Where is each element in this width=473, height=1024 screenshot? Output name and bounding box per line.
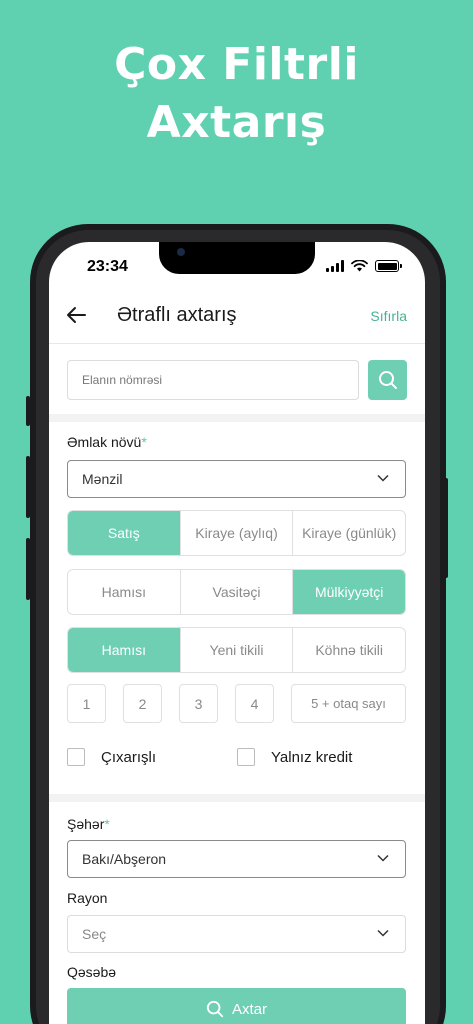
room-count-2[interactable]: 2: [123, 684, 162, 723]
wifi-icon: [351, 260, 368, 272]
phone-volume-up: [26, 456, 30, 518]
deal-type-rent-monthly[interactable]: Kiraye (aylıq): [179, 511, 293, 555]
credit-checkbox-label: Yalnız kredit: [271, 748, 353, 766]
page-title: Ətraflı axtarış: [117, 304, 237, 326]
city-value: Bakı/Abşeron: [82, 851, 167, 867]
battery-icon: [375, 260, 402, 272]
credit-checkbox[interactable]: [237, 748, 255, 766]
settlement-label: Qəsəbə: [67, 964, 117, 980]
status-time: 23:34: [87, 258, 128, 275]
promo-headline: Çox Filtrli Axtarış: [0, 36, 473, 152]
search-submit-button[interactable]: Axtar: [67, 988, 406, 1024]
extract-checkbox-row[interactable]: Çıxarışlı: [67, 748, 156, 766]
search-button[interactable]: [368, 360, 407, 400]
building-type-new[interactable]: Yeni tikili: [179, 628, 293, 672]
district-label: Rayon: [67, 890, 108, 906]
phone-notch: [159, 242, 315, 274]
property-type-label: Əmlak növü*: [67, 434, 147, 450]
search-icon: [206, 1000, 224, 1018]
search-submit-label: Axtar: [231, 1000, 267, 1018]
status-icons: [326, 260, 402, 272]
district-value: Seç: [82, 926, 107, 942]
deal-type-sale[interactable]: Satış: [68, 511, 180, 555]
room-count-4[interactable]: 4: [235, 684, 274, 723]
search-icon: [378, 371, 397, 389]
camera-icon: [177, 248, 185, 256]
seller-type-agent[interactable]: Vasitəçi: [179, 570, 293, 614]
seller-type-owner[interactable]: Mülkiyyətçi: [292, 570, 405, 614]
seller-type-segment: Hamısı Vasitəçi Mülkiyyətçi: [67, 569, 406, 615]
room-count-5-plus[interactable]: 5 + otaq sayı: [291, 684, 406, 723]
room-count-3[interactable]: 3: [179, 684, 218, 723]
chevron-down-icon: [377, 854, 389, 862]
property-type-value: Mənzil: [82, 471, 123, 487]
reset-button[interactable]: Sıfırla: [370, 308, 407, 324]
promo-headline-line1: Çox Filtrli: [114, 39, 359, 90]
chevron-down-icon: [377, 929, 389, 937]
section-divider: [49, 414, 425, 422]
phone-power-button: [444, 478, 448, 578]
room-count-1[interactable]: 1: [67, 684, 106, 723]
top-bar: Ətraflı axtarış Sıfırla: [49, 288, 425, 344]
property-type-select[interactable]: Mənzil: [67, 460, 406, 498]
phone-volume-down: [26, 538, 30, 600]
extract-checkbox-label: Çıxarışlı: [101, 748, 157, 766]
phone-mute-switch: [26, 396, 30, 426]
section-divider: [49, 794, 425, 802]
district-select[interactable]: Seç: [67, 915, 406, 953]
chevron-down-icon: [377, 474, 389, 482]
signal-icon: [326, 260, 344, 272]
extract-checkbox[interactable]: [67, 748, 85, 766]
deal-type-segment: Satış Kiraye (aylıq) Kiraye (günlük): [67, 510, 406, 556]
building-type-segment: Hamısı Yeni tikili Köhnə tikili: [67, 627, 406, 673]
back-arrow-icon[interactable]: [65, 304, 87, 326]
building-type-all[interactable]: Hamısı: [68, 628, 180, 672]
promo-headline-line2: Axtarış: [146, 97, 327, 148]
city-label: Şəhər*: [67, 816, 110, 832]
building-type-old[interactable]: Köhnə tikili: [292, 628, 405, 672]
city-select[interactable]: Bakı/Abşeron: [67, 840, 406, 878]
listing-search-row: [67, 360, 407, 400]
credit-checkbox-row[interactable]: Yalnız kredit: [237, 748, 352, 766]
deal-type-rent-daily[interactable]: Kiraye (günlük): [292, 511, 405, 555]
app-screen: 23:34 Ətraflı axtarış Sıfırla Əmlak növü…: [49, 242, 425, 1024]
listing-number-input[interactable]: [67, 360, 359, 400]
seller-type-all[interactable]: Hamısı: [68, 570, 180, 614]
